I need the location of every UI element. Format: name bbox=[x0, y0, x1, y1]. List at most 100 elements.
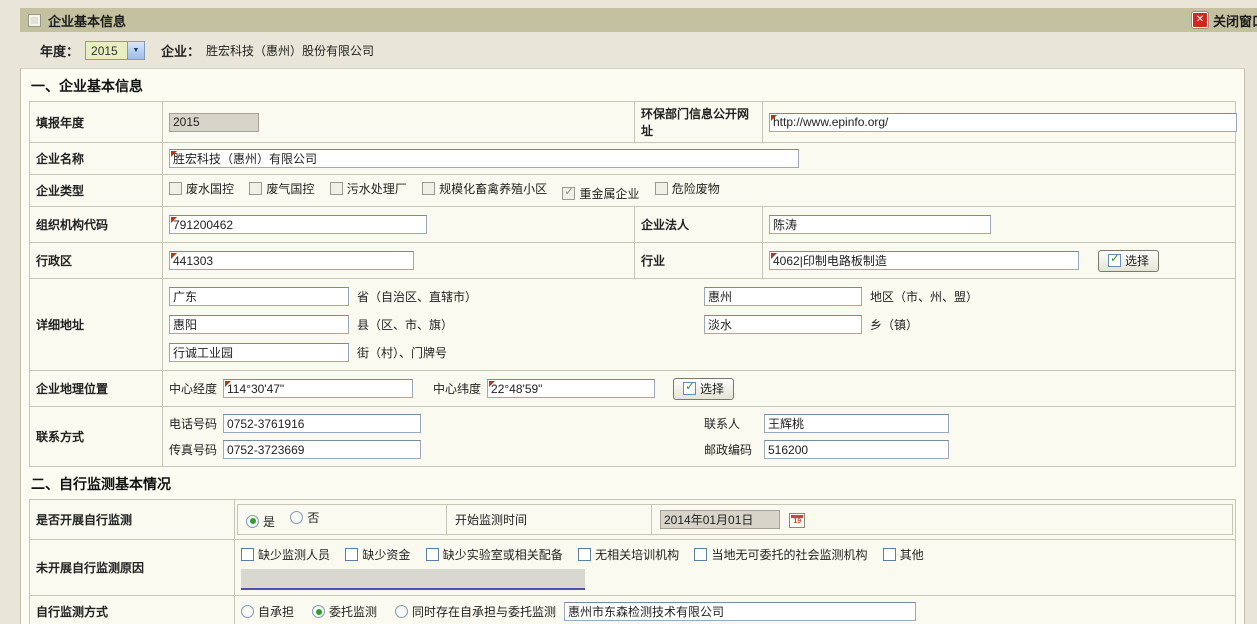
zip-label: 邮政编码 bbox=[704, 441, 758, 458]
town-field[interactable] bbox=[704, 315, 862, 334]
start-time-label: 开始监测时间 bbox=[455, 513, 527, 527]
checkbox-label: 危险废物 bbox=[672, 180, 720, 197]
phone-label: 电话号码 bbox=[169, 415, 217, 432]
radio-icon bbox=[246, 515, 259, 528]
county-suffix: 县（区、市、旗） bbox=[357, 316, 453, 333]
mode-both-radio[interactable]: 同时存在自承担与委托监测 bbox=[395, 603, 556, 620]
industry-select-label: 选择 bbox=[1125, 252, 1149, 269]
panel-icon bbox=[28, 14, 41, 27]
company-type-label: 企业类型 bbox=[30, 175, 163, 207]
company-name-field[interactable] bbox=[169, 149, 799, 168]
industry-select-button[interactable]: ✓ 选择 bbox=[1098, 250, 1159, 272]
checkbox-label: 缺少实验室或相关配备 bbox=[443, 546, 563, 563]
province-field[interactable] bbox=[169, 287, 349, 306]
close-window-button[interactable]: ✕ 关闭窗口 bbox=[1192, 11, 1257, 30]
legal-person-label: 企业法人 bbox=[635, 207, 763, 243]
geo-select-button[interactable]: ✓ 选择 bbox=[673, 378, 734, 400]
contact-person-field[interactable] bbox=[764, 414, 949, 433]
year-select-value: 2015 bbox=[86, 42, 127, 59]
chevron-down-icon[interactable]: ▼ bbox=[127, 42, 144, 59]
radio-label: 委托监测 bbox=[329, 603, 377, 620]
checkbox-icon: ✓ bbox=[241, 548, 254, 561]
calendar-icon[interactable] bbox=[789, 513, 805, 528]
legal-person-field[interactable] bbox=[769, 215, 991, 234]
admin-region-field[interactable] bbox=[169, 251, 414, 270]
radio-label: 自承担 bbox=[258, 603, 294, 620]
monitoring-agency-field[interactable] bbox=[564, 602, 916, 621]
latitude-label: 中心纬度 bbox=[433, 380, 481, 397]
section2-heading: 二、自行监测基本情况 bbox=[21, 467, 1244, 499]
checkbox-label: 缺少监测人员 bbox=[258, 546, 330, 563]
company-type-checkbox-hazardous-waste: ✓ 危险废物 bbox=[655, 180, 720, 197]
city-field[interactable] bbox=[704, 287, 862, 306]
checkbox-icon: ✓ bbox=[562, 187, 575, 200]
checkbox-label: 废水国控 bbox=[186, 180, 234, 197]
checkbox-icon: ✓ bbox=[330, 182, 343, 195]
contact-label: 联系方式 bbox=[30, 407, 163, 467]
year-select[interactable]: 2015 ▼ bbox=[85, 41, 145, 60]
other-reason-field bbox=[241, 569, 585, 590]
radio-icon bbox=[241, 605, 254, 618]
fax-field[interactable] bbox=[223, 440, 421, 459]
checkbox-icon: ✓ bbox=[249, 182, 262, 195]
county-field[interactable] bbox=[169, 315, 349, 334]
no-monitoring-reason-label: 未开展自行监测原因 bbox=[30, 540, 235, 596]
admin-region-label: 行政区 bbox=[30, 243, 163, 279]
company-type-checkbox-livestock: ✓ 规模化畜禽养殖小区 bbox=[422, 180, 547, 197]
longitude-field[interactable] bbox=[223, 379, 413, 398]
radio-label: 是 bbox=[263, 513, 275, 530]
basic-info-table: 填报年度 环保部门信息公开网址 企业名称 企业类型 ✓ bbox=[29, 101, 1236, 467]
fill-year-label: 填报年度 bbox=[30, 102, 163, 143]
checkbox-label: 废气国控 bbox=[266, 180, 314, 197]
reason-checkbox-other[interactable]: ✓ 其他 bbox=[883, 546, 924, 563]
checkbox-icon: ✓ bbox=[169, 182, 182, 195]
latitude-field[interactable] bbox=[487, 379, 655, 398]
close-icon[interactable]: ✕ bbox=[1192, 12, 1208, 28]
mode-self-radio[interactable]: 自承担 bbox=[241, 603, 294, 620]
conduct-no-radio[interactable]: 否 bbox=[290, 509, 319, 526]
fax-label: 传真号码 bbox=[169, 441, 217, 458]
industry-field[interactable] bbox=[769, 251, 1079, 270]
close-window-label[interactable]: 关闭窗口 bbox=[1213, 11, 1257, 30]
radio-label: 同时存在自承担与委托监测 bbox=[412, 603, 556, 620]
org-code-label: 组织机构代码 bbox=[30, 207, 163, 243]
street-field[interactable] bbox=[169, 343, 349, 362]
phone-field[interactable] bbox=[223, 414, 421, 433]
radio-icon bbox=[290, 511, 303, 524]
checkbox-icon: ✓ bbox=[422, 182, 435, 195]
checkbox-icon: ✓ bbox=[655, 182, 668, 195]
company-name-label: 企业名称 bbox=[30, 143, 163, 175]
start-date-field[interactable] bbox=[660, 510, 780, 529]
select-check-icon: ✓ bbox=[683, 382, 696, 395]
contact-person-label: 联系人 bbox=[704, 415, 758, 432]
reason-checkbox-no-lab[interactable]: ✓ 缺少实验室或相关配备 bbox=[426, 546, 563, 563]
reason-checkbox-no-training[interactable]: ✓ 无相关培训机构 bbox=[578, 546, 679, 563]
geo-select-label: 选择 bbox=[700, 380, 724, 397]
company-type-checkbox-wastewater: ✓ 废水国控 bbox=[169, 180, 234, 197]
radio-icon bbox=[312, 605, 325, 618]
geo-location-label: 企业地理位置 bbox=[30, 371, 163, 407]
company-type-checkbox-heavy-metal: ✓ 重金属企业 bbox=[562, 185, 639, 202]
year-label: 年度： bbox=[40, 41, 79, 60]
street-suffix: 街（村）、门牌号 bbox=[357, 344, 447, 361]
reason-checkbox-no-agency[interactable]: ✓ 当地无可委托的社会监测机构 bbox=[694, 546, 867, 563]
checkbox-icon: ✓ bbox=[883, 548, 896, 561]
industry-label: 行业 bbox=[635, 243, 763, 279]
epinfo-url-label: 环保部门信息公开网址 bbox=[635, 102, 763, 143]
company-label: 企业： bbox=[161, 41, 200, 60]
epinfo-url-field[interactable] bbox=[769, 113, 1237, 132]
self-monitoring-table: 是否开展自行监测 是 否 bbox=[29, 499, 1236, 624]
reason-checkbox-no-staff[interactable]: ✓ 缺少监测人员 bbox=[241, 546, 330, 563]
longitude-label: 中心经度 bbox=[169, 380, 217, 397]
conduct-yes-radio[interactable]: 是 bbox=[246, 513, 275, 530]
org-code-field[interactable] bbox=[169, 215, 427, 234]
town-suffix: 乡（镇） bbox=[870, 316, 918, 333]
mode-entrusted-radio[interactable]: 委托监测 bbox=[312, 603, 377, 620]
reason-checkbox-no-funds[interactable]: ✓ 缺少资金 bbox=[345, 546, 410, 563]
radio-label: 否 bbox=[307, 509, 319, 526]
checkbox-label: 当地无可委托的社会监测机构 bbox=[711, 546, 867, 563]
zip-field[interactable] bbox=[764, 440, 949, 459]
address-label: 详细地址 bbox=[30, 279, 163, 371]
section1-heading: 一、企业基本信息 bbox=[21, 69, 1244, 101]
checkbox-icon: ✓ bbox=[694, 548, 707, 561]
